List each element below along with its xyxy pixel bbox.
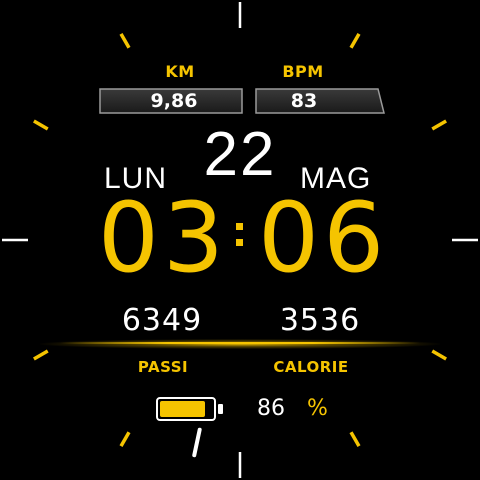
watch-face: KM BPM 9,86 83 LUN 22 MAG 03 06 6349 353… [0,0,480,480]
seconds-hand [192,427,202,458]
seconds-hand-tip [192,427,202,458]
